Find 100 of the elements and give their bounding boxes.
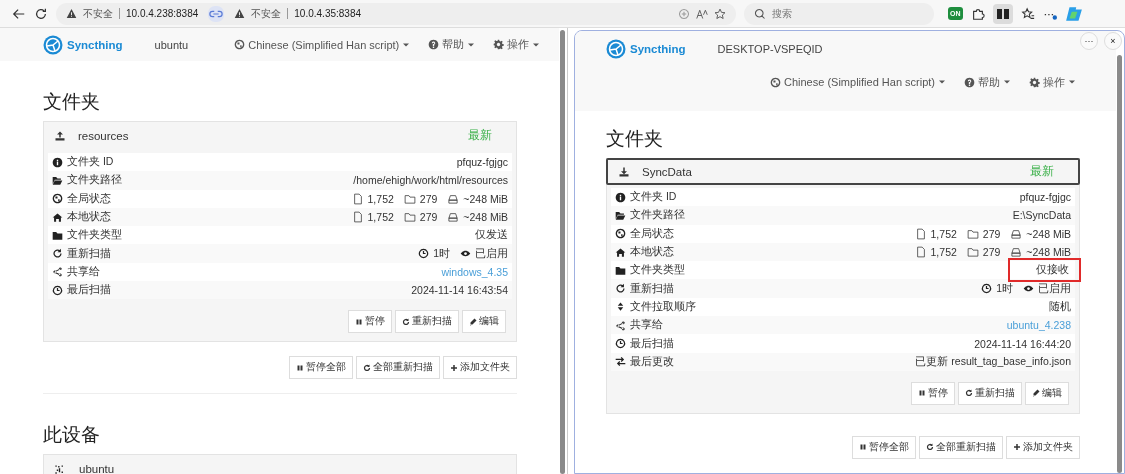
row-label: 重新扫描 (67, 246, 111, 261)
folder-header[interactable]: SyncData 最新 (606, 158, 1080, 185)
folder-icon (403, 211, 416, 224)
folders-action-button[interactable]: 全部重新扫描 (919, 435, 1003, 459)
folder-name: SyncData (642, 165, 693, 178)
download-icon (618, 165, 630, 178)
row-value: 随机 (1049, 299, 1071, 314)
nav-menu-link[interactable]: 帮助 (428, 37, 476, 52)
folder-status: 最新 (1030, 164, 1054, 179)
file-count: 1,752 (930, 246, 957, 259)
nav-menu-link[interactable]: 操作 (1029, 74, 1076, 90)
brand-name[interactable]: Syncthing (67, 38, 123, 51)
file-icon (914, 227, 927, 240)
folder-action-button[interactable]: 重新扫描 (395, 310, 459, 334)
folders-action-button[interactable]: 暂停全部 (289, 356, 353, 380)
back-icon[interactable] (12, 6, 26, 21)
logo-icon[interactable] (43, 34, 63, 55)
folders-action-button[interactable]: 全部重新扫描 (356, 356, 440, 380)
logo-icon[interactable] (606, 39, 626, 59)
row-label: 文件拉取顺序 (630, 299, 696, 314)
refresh-icon (965, 389, 973, 398)
row-label: 本地状态 (630, 245, 674, 260)
folder-icon (966, 246, 979, 259)
watcher-status: 已启用 (1038, 281, 1071, 296)
home-icon (615, 246, 626, 258)
swap-icon (615, 356, 626, 368)
nav-menu-link[interactable]: 操作 (493, 37, 541, 52)
folder-count: 279 (982, 246, 1001, 259)
row-value: 仅发送 (475, 228, 508, 243)
folder-icon (403, 192, 416, 205)
sort-icon (615, 301, 626, 313)
folder-count: 279 (419, 211, 438, 224)
folder-action-button[interactable]: 重新扫描 (958, 381, 1022, 405)
split-screen-button[interactable] (992, 3, 1013, 24)
row-label: 全局状态 (630, 226, 674, 241)
warning-icon (66, 8, 77, 19)
refresh-icon (615, 283, 626, 295)
pencil-icon (469, 317, 477, 326)
clock-icon (615, 338, 626, 349)
favorites-icon[interactable] (1020, 6, 1035, 21)
globe-icon (770, 76, 781, 88)
pencil-icon (1032, 389, 1040, 398)
nav-menu-link[interactable]: Chinese (Simplified Han script) (234, 38, 411, 51)
security-warning: 不安全 (83, 6, 113, 21)
size-value: ~248 MiB (463, 192, 508, 205)
device-panel-name: ubuntu (79, 463, 115, 474)
section-heading: 文件夹 (606, 129, 664, 148)
refresh-icon (363, 363, 371, 372)
extensions-icon[interactable] (970, 6, 985, 21)
folder-action-button[interactable]: 编辑 (1025, 381, 1069, 405)
folder-action-button[interactable]: 编辑 (462, 310, 506, 334)
row-label: 重新扫描 (630, 281, 674, 296)
url-text: 10.0.4.238:8384 (126, 8, 199, 19)
share-icon (615, 319, 626, 331)
rescan-interval: 1时 (996, 281, 1013, 296)
folder-name: resources (78, 129, 130, 142)
link-icon[interactable] (208, 5, 225, 22)
drive-icon (1010, 246, 1023, 259)
address-bar[interactable]: 不安全 10.0.4.238:8384 不安全 10.0.4.35:8384 (56, 2, 736, 25)
star-icon[interactable] (714, 7, 726, 20)
nav-menu-link[interactable]: 帮助 (964, 74, 1011, 90)
device-panel[interactable]: ubuntu (43, 454, 517, 474)
folders-action-button[interactable]: 暂停全部 (852, 435, 916, 459)
device-id-icon (54, 463, 65, 474)
reload-icon[interactable] (34, 6, 48, 21)
refresh-icon (52, 248, 63, 260)
row-label: 最后扫描 (630, 336, 674, 351)
scrollbar[interactable] (560, 30, 565, 474)
refresh-icon (926, 443, 934, 452)
globe-icon (615, 228, 626, 240)
file-count: 1,752 (367, 192, 394, 205)
read-aloud-icon[interactable] (696, 7, 708, 20)
upload-icon (54, 129, 66, 142)
globe-icon (52, 193, 63, 205)
folders-action-button[interactable]: 添加文件夹 (1006, 435, 1080, 459)
size-value: ~248 MiB (1026, 227, 1071, 240)
folder-icon (52, 229, 63, 241)
watcher-status: 已启用 (475, 246, 508, 261)
brand-name[interactable]: Syncthing (630, 43, 686, 55)
search-field[interactable]: 搜索 (744, 2, 934, 25)
caret-icon (1068, 78, 1076, 86)
folder-action-button[interactable]: 暂停 (348, 310, 392, 334)
drive-icon (447, 211, 460, 224)
folder-header[interactable]: resources 最新 (44, 122, 516, 149)
folder-action-button[interactable]: 暂停 (911, 381, 955, 405)
row-label: 共享给 (630, 318, 663, 333)
pause-icon (918, 389, 926, 398)
row-label: 最后扫描 (67, 283, 111, 298)
scrollbar[interactable] (1117, 55, 1122, 473)
folders-action-button[interactable]: 添加文件夹 (443, 356, 517, 380)
caret-icon (938, 78, 946, 86)
settings-icon (1029, 76, 1040, 88)
url-text: 10.0.4.35:8384 (294, 8, 362, 19)
row-value: pfquz-fgjgc (1019, 191, 1071, 204)
pause-icon (296, 363, 304, 372)
nav-menu-link[interactable]: Chinese (Simplified Han script) (770, 76, 946, 88)
copilot-icon[interactable] (1064, 4, 1083, 23)
rescan-interval: 1时 (433, 246, 450, 261)
section-heading: 文件夹 (43, 92, 101, 111)
info-icon (615, 191, 626, 203)
